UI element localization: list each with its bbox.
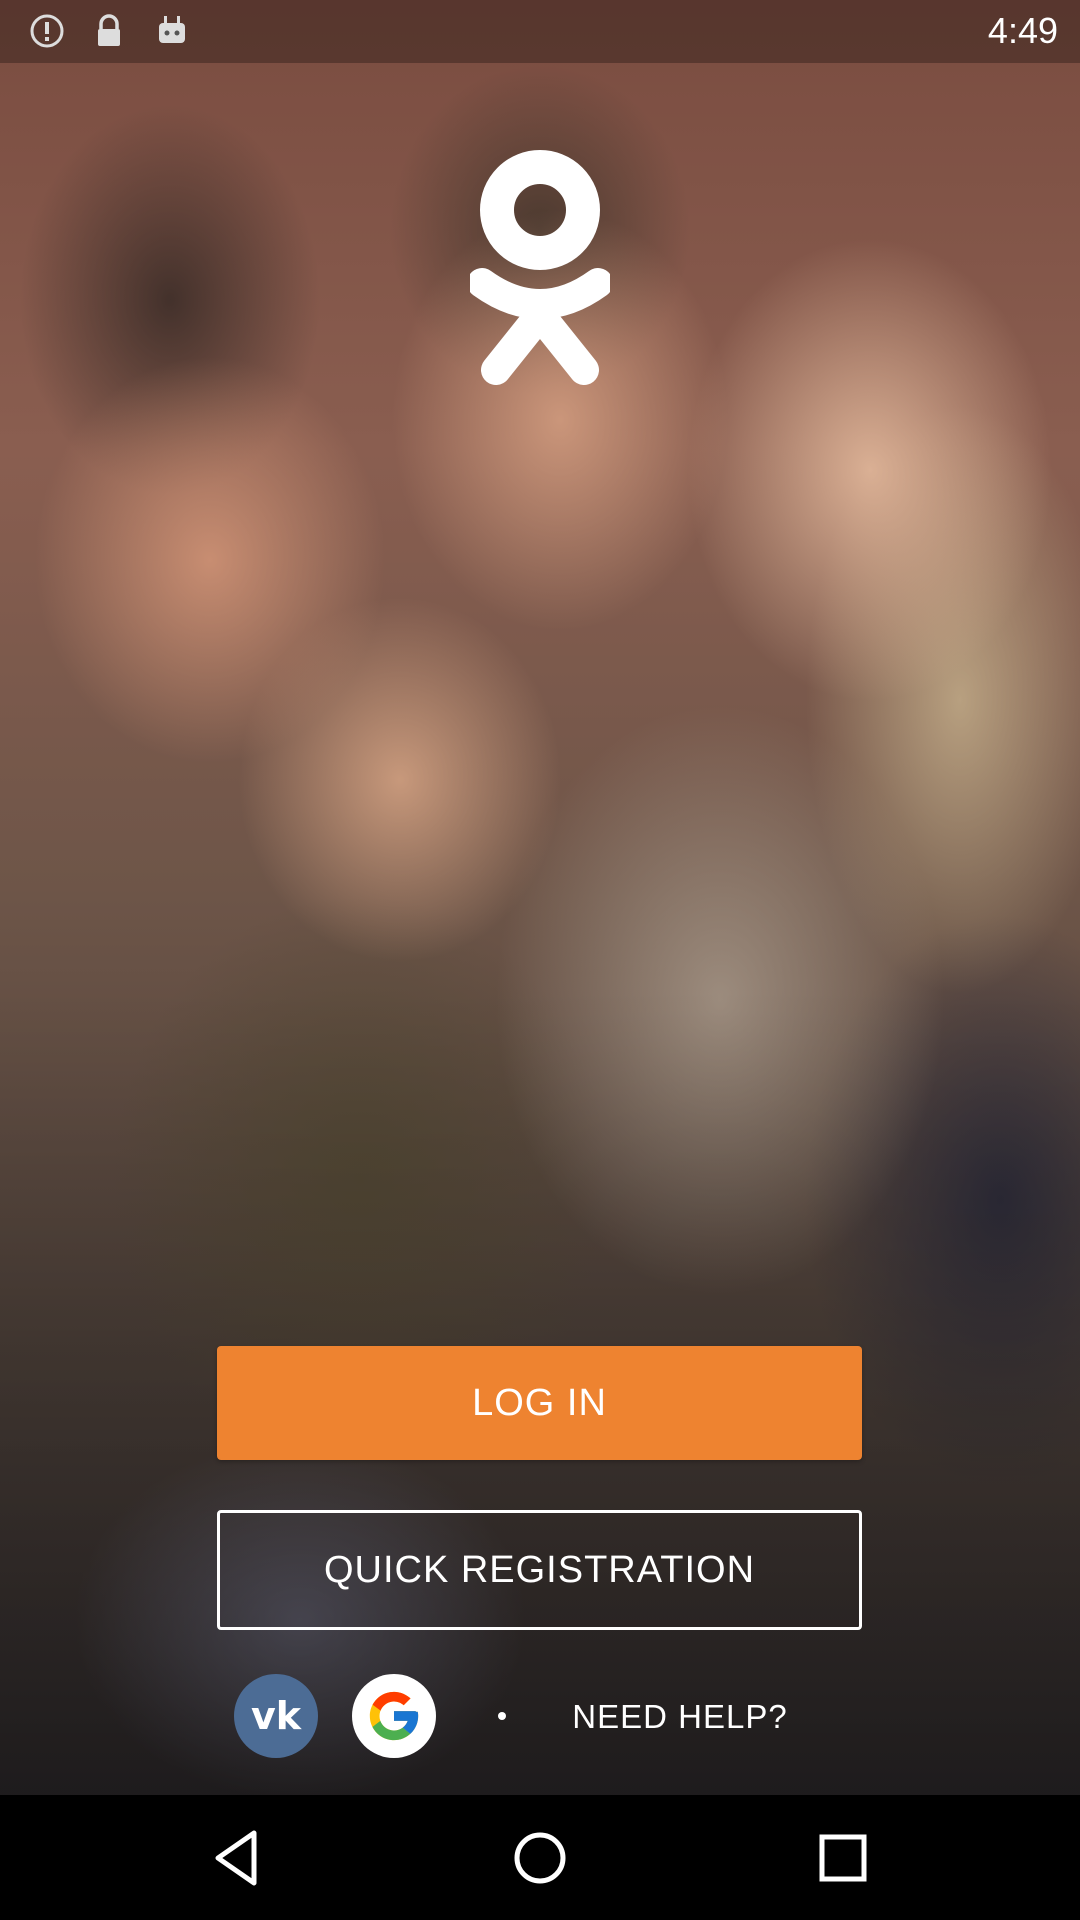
- vk-login-button[interactable]: vk: [234, 1674, 318, 1758]
- google-login-button[interactable]: [352, 1674, 436, 1758]
- status-bar: 4:49: [0, 0, 1080, 63]
- login-button[interactable]: LOG IN: [217, 1346, 862, 1460]
- alert-circle-icon: [30, 14, 64, 48]
- navigation-bar: [0, 1795, 1080, 1920]
- quick-registration-button[interactable]: QUICK REGISTRATION: [217, 1510, 862, 1630]
- need-help-link[interactable]: NEED HELP?: [560, 1692, 800, 1742]
- google-icon: [369, 1691, 419, 1741]
- ok-logo-icon: [470, 150, 610, 385]
- vk-icon: vk: [250, 1694, 302, 1738]
- recents-icon[interactable]: [808, 1823, 878, 1893]
- status-time: 4:49: [987, 10, 1058, 51]
- back-icon[interactable]: [202, 1823, 272, 1893]
- home-icon[interactable]: [505, 1823, 575, 1893]
- separator-dot: [498, 1712, 506, 1720]
- lock-icon: [98, 14, 120, 46]
- android-robot-icon: [159, 16, 185, 43]
